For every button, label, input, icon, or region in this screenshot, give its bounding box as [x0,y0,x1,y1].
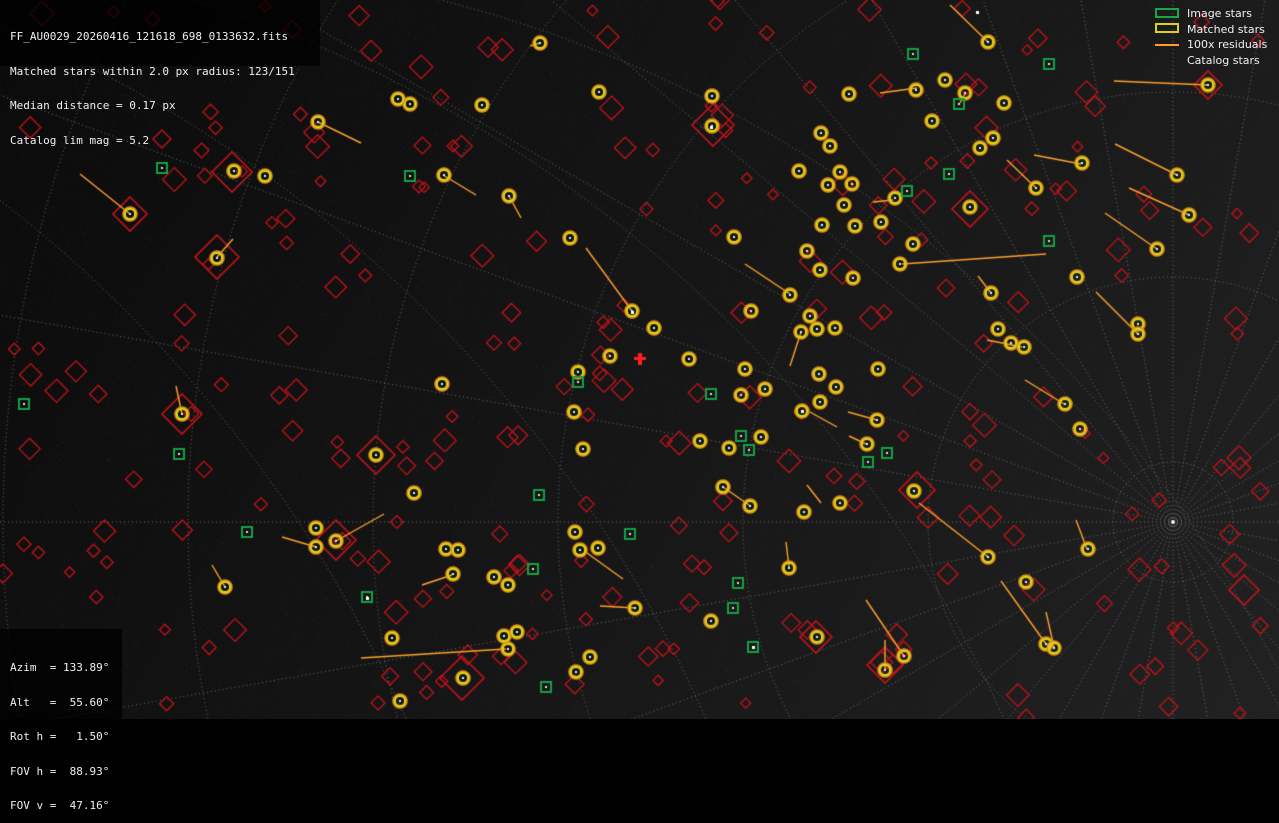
green-square-icon [1155,7,1181,20]
legend-label: Matched stars [1187,22,1265,36]
legend-label: Catalog stars [1187,53,1260,67]
fits-info-panel: FF_AU0029_20260416_121618_698_0133632.fi… [0,0,320,146]
legend-item-matched-stars: Matched stars [1155,22,1273,38]
legend-item-residuals: 100x residuals [1155,37,1273,53]
legend-item-image-stars: Image stars [1155,6,1273,22]
yellow-box-icon [1155,23,1181,35]
pointing-info-panel: Azim = 133.89° Alt = 55.60° Rot h = 1.50… [0,629,122,811]
rotation-text: Rot h = 1.50° [10,730,110,743]
filename-text: FF_AU0029_20260416_121618_698_0133632.fi… [10,30,289,43]
altitude-text: Alt = 55.60° [10,695,110,709]
legend-item-catalog-stars: Catalog stars [1155,53,1273,69]
orange-line-icon [1155,39,1181,51]
catalog-limit-text: Catalog lim mag = 5.2 [10,133,150,147]
fov-v-text: FOV v = 47.16° [10,799,110,812]
blank-icon [1155,54,1181,66]
legend-label: Image stars [1187,7,1252,21]
fov-h-text: FOV h = 88.93° [10,764,110,778]
legend: Image stars Matched stars 100x residuals… [1155,6,1273,68]
matched-count-text: Matched stars within 2.0 px radius: 123/… [10,64,295,78]
median-distance-text: Median distance = 0.17 px [10,99,176,112]
legend-label: 100x residuals [1187,38,1268,52]
azimuth-text: Azim = 133.89° [10,661,110,674]
